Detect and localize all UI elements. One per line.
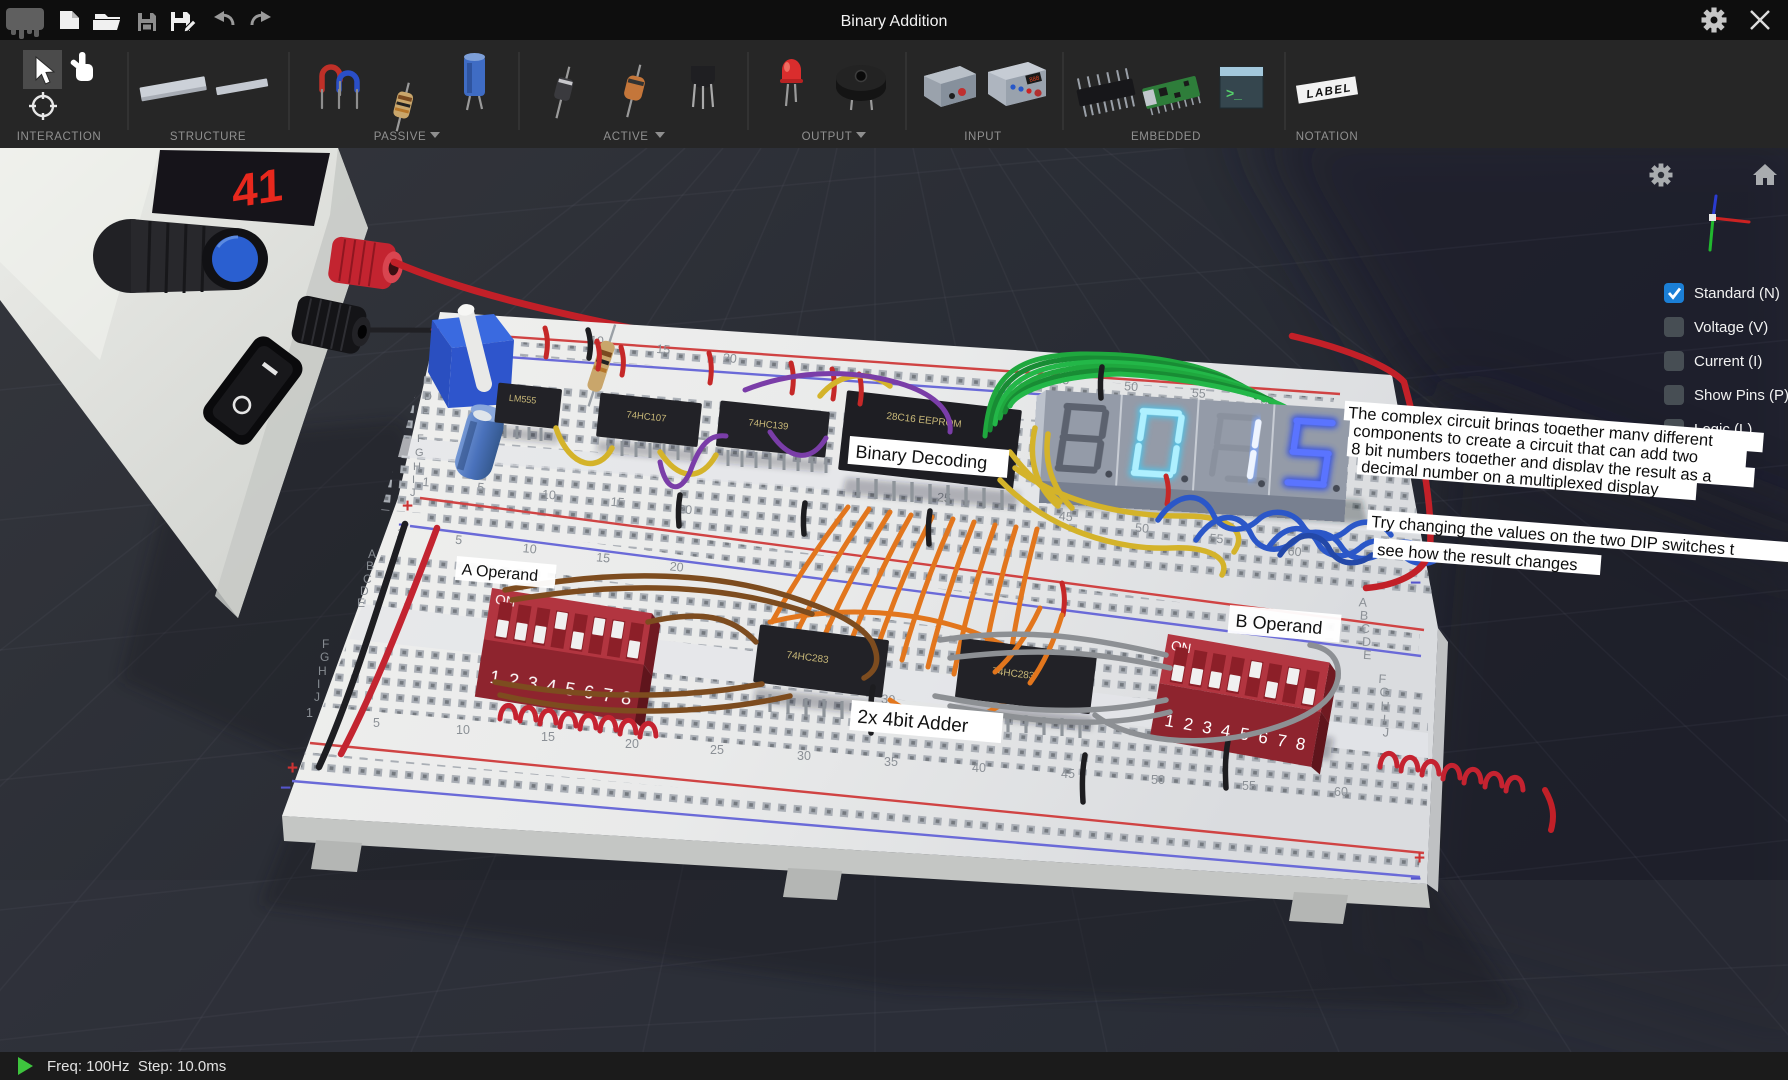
svg-text:>_: >_ [1226,85,1242,101]
svg-text:15: 15 [656,342,671,357]
svg-text:1: 1 [306,706,313,720]
svg-text:Voltage (V): Voltage (V) [1694,319,1768,336]
svg-text:20: 20 [722,351,737,366]
svg-text:25: 25 [710,743,724,757]
svg-text:OUTPUT: OUTPUT [802,131,853,143]
svg-text:PASSIVE: PASSIVE [374,131,427,143]
svg-text:+: + [287,758,298,779]
svg-text:I: I [317,677,320,691]
svg-text:STRUCTURE: STRUCTURE [170,131,246,143]
svg-text:Freq: 100Hz Step: 10.0ms: Freq: 100Hz Step: 10.0ms [47,1058,226,1075]
svg-text:J: J [314,690,320,704]
svg-text:15: 15 [596,550,611,565]
svg-text:−: − [280,778,291,799]
svg-text:55: 55 [1191,386,1206,401]
svg-text:15: 15 [610,495,625,510]
svg-text:10: 10 [541,487,556,502]
svg-text:INTERACTION: INTERACTION [17,131,102,143]
svg-text:J: J [1382,725,1389,739]
svg-text:E: E [357,596,365,610]
svg-text:E: E [422,405,429,417]
svg-text:55: 55 [1209,531,1224,546]
svg-text:55: 55 [1242,779,1256,793]
svg-text:41: 41 [232,158,283,218]
svg-text:50: 50 [1151,773,1165,787]
svg-text:Standard (N): Standard (N) [1694,285,1780,302]
svg-text:G: G [1379,685,1390,700]
svg-text:Current (I): Current (I) [1694,353,1762,370]
svg-text:50: 50 [1124,379,1139,394]
svg-text:40: 40 [972,761,986,775]
svg-text:H: H [318,664,327,678]
svg-text:−: − [1410,869,1421,890]
svg-text:30: 30 [797,749,811,763]
svg-text:5: 5 [373,716,380,730]
svg-text:EMBEDDED: EMBEDDED [1131,131,1201,143]
svg-text:D: D [424,391,432,403]
svg-text:15: 15 [541,730,555,744]
svg-text:50: 50 [1135,521,1150,536]
svg-text:H: H [413,461,421,473]
svg-text:20: 20 [669,559,684,574]
svg-text:35: 35 [884,755,898,769]
svg-text:I: I [412,474,415,486]
svg-text:F: F [322,637,329,651]
svg-text:10: 10 [456,723,470,737]
svg-text:E: E [1363,648,1372,663]
svg-text:45: 45 [1061,767,1075,781]
svg-text:ACTIVE: ACTIVE [603,131,648,143]
svg-text:NOTATION: NOTATION [1296,131,1359,143]
svg-text:G: G [415,447,424,459]
svg-text:5: 5 [455,533,463,548]
svg-text:60: 60 [1334,785,1348,799]
svg-text:Show Pins (P): Show Pins (P) [1694,387,1788,404]
svg-text:Binary Addition: Binary Addition [841,13,948,30]
svg-text:B: B [366,559,374,573]
svg-text:10: 10 [522,541,537,556]
svg-text:1: 1 [422,475,430,490]
svg-text:F: F [417,433,424,445]
svg-text:5: 5 [477,480,485,495]
svg-text:G: G [320,650,329,664]
svg-text:+: + [1414,848,1425,869]
svg-text:20: 20 [625,737,639,751]
svg-text:INPUT: INPUT [964,131,1002,143]
svg-text:+: + [402,496,413,517]
